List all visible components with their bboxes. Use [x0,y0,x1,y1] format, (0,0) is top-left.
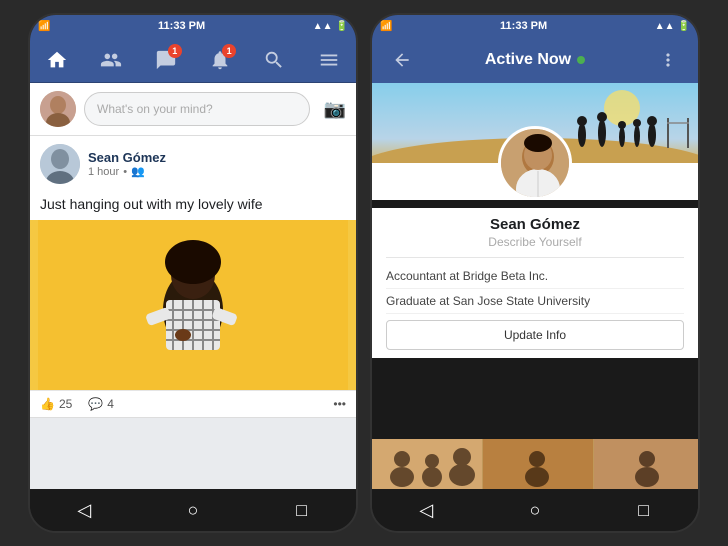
profile-info: Sean Gómez Describe Yourself Accountant … [372,208,698,358]
more-btn[interactable]: ••• [333,397,346,411]
bottom-nav-right: ◁ ○ □ [372,489,698,531]
right-phone: 📶 11:33 PM ▲▲ 🔋 Active Now [370,13,700,533]
camera-icon[interactable]: 📷 [324,99,346,120]
battery-icon: 🔋 [336,21,348,32]
profile-bottom-strip [372,439,698,489]
profile-describe: Describe Yourself [386,235,684,249]
signal-icon: ▲▲ [313,21,333,32]
profile-avatar-container [372,126,698,200]
post-input[interactable]: What's on your mind? [84,92,310,126]
status-left-right: 📶 [380,21,392,32]
post-meta: Sean Gómez 1 hour • 👥 [88,150,346,178]
post-text: Just hanging out with my lovely wife [30,192,356,220]
time-right: 11:33 PM [500,20,547,32]
comment-icon: 💬 [88,397,103,411]
comment-btn[interactable]: 💬 4 [88,397,114,411]
post-input-placeholder: What's on your mind? [97,102,213,116]
sim-icon: 📶 [38,21,50,32]
back-btn-right[interactable]: ◁ [411,495,441,525]
update-info-btn[interactable]: Update Info [386,320,684,350]
menu-btn-right[interactable]: □ [629,495,659,525]
status-right-icons: ▲▲ 🔋 [313,21,348,32]
post-header: Sean Gómez 1 hour • 👥 [30,136,356,192]
menu-btn-left[interactable]: □ [287,495,317,525]
like-btn[interactable]: 👍 25 [40,397,72,411]
profile-job: Accountant at Bridge Beta Inc. [386,264,684,289]
post-actions: 👍 25 💬 4 ••• [30,390,356,417]
sim-icon-right: 📶 [380,21,392,32]
more-icon: ••• [333,397,346,411]
status-bar-right: 📶 11:33 PM ▲▲ 🔋 [372,15,698,37]
profile-cover-section [372,83,698,200]
time-dot: • [123,166,127,178]
nav-search[interactable] [254,40,294,80]
profile-name: Sean Gómez [386,216,684,233]
post-time: 1 hour • 👥 [88,165,346,178]
bottom-nav-left: ◁ ○ □ [30,489,356,531]
home-btn-left[interactable]: ○ [178,495,208,525]
nav-menu[interactable] [309,40,349,80]
active-now-label: Active Now [485,51,571,69]
battery-icon-right: 🔋 [678,21,690,32]
post-image [30,220,356,390]
nav-notifications[interactable]: 1 [200,40,240,80]
comment-count: 4 [107,397,114,411]
divider-1 [386,257,684,258]
nav-messages[interactable]: 1 [146,40,186,80]
home-btn-right[interactable]: ○ [520,495,550,525]
user-avatar [40,91,76,127]
nav-bar-left: 1 1 [30,37,356,83]
feed-content: What's on your mind? 📷 Sean Gómez [30,83,356,493]
profile-education: Graduate at San Jose State University [386,289,684,314]
post-author-avatar [40,144,80,184]
active-dot [577,56,585,64]
profile-nav-title: Active Now [485,51,585,69]
status-left-icons: 📶 [38,21,50,32]
left-phone: 📶 11:33 PM ▲▲ 🔋 1 1 [28,13,358,533]
profile-avatar [498,126,572,200]
post-input-row: What's on your mind? 📷 [30,83,356,136]
messages-badge: 1 [168,44,182,58]
back-btn-profile[interactable] [382,40,422,80]
more-btn-profile[interactable] [648,40,688,80]
status-right-right: ▲▲ 🔋 [655,21,690,32]
like-count: 25 [59,397,72,411]
back-btn-left[interactable]: ◁ [69,495,99,525]
profile-nav: Active Now [372,37,698,83]
time-left: 11:33 PM [158,20,205,32]
post-author-name: Sean Gómez [88,150,346,165]
post-card: Sean Gómez 1 hour • 👥 Just hanging out w… [30,136,356,418]
status-bar-left: 📶 11:33 PM ▲▲ 🔋 [30,15,356,37]
nav-home[interactable] [37,40,77,80]
notifications-badge: 1 [222,44,236,58]
nav-friends[interactable] [91,40,131,80]
friends-icon: 👥 [131,165,145,178]
signal-icon-right: ▲▲ [655,21,675,32]
like-icon: 👍 [40,397,55,411]
